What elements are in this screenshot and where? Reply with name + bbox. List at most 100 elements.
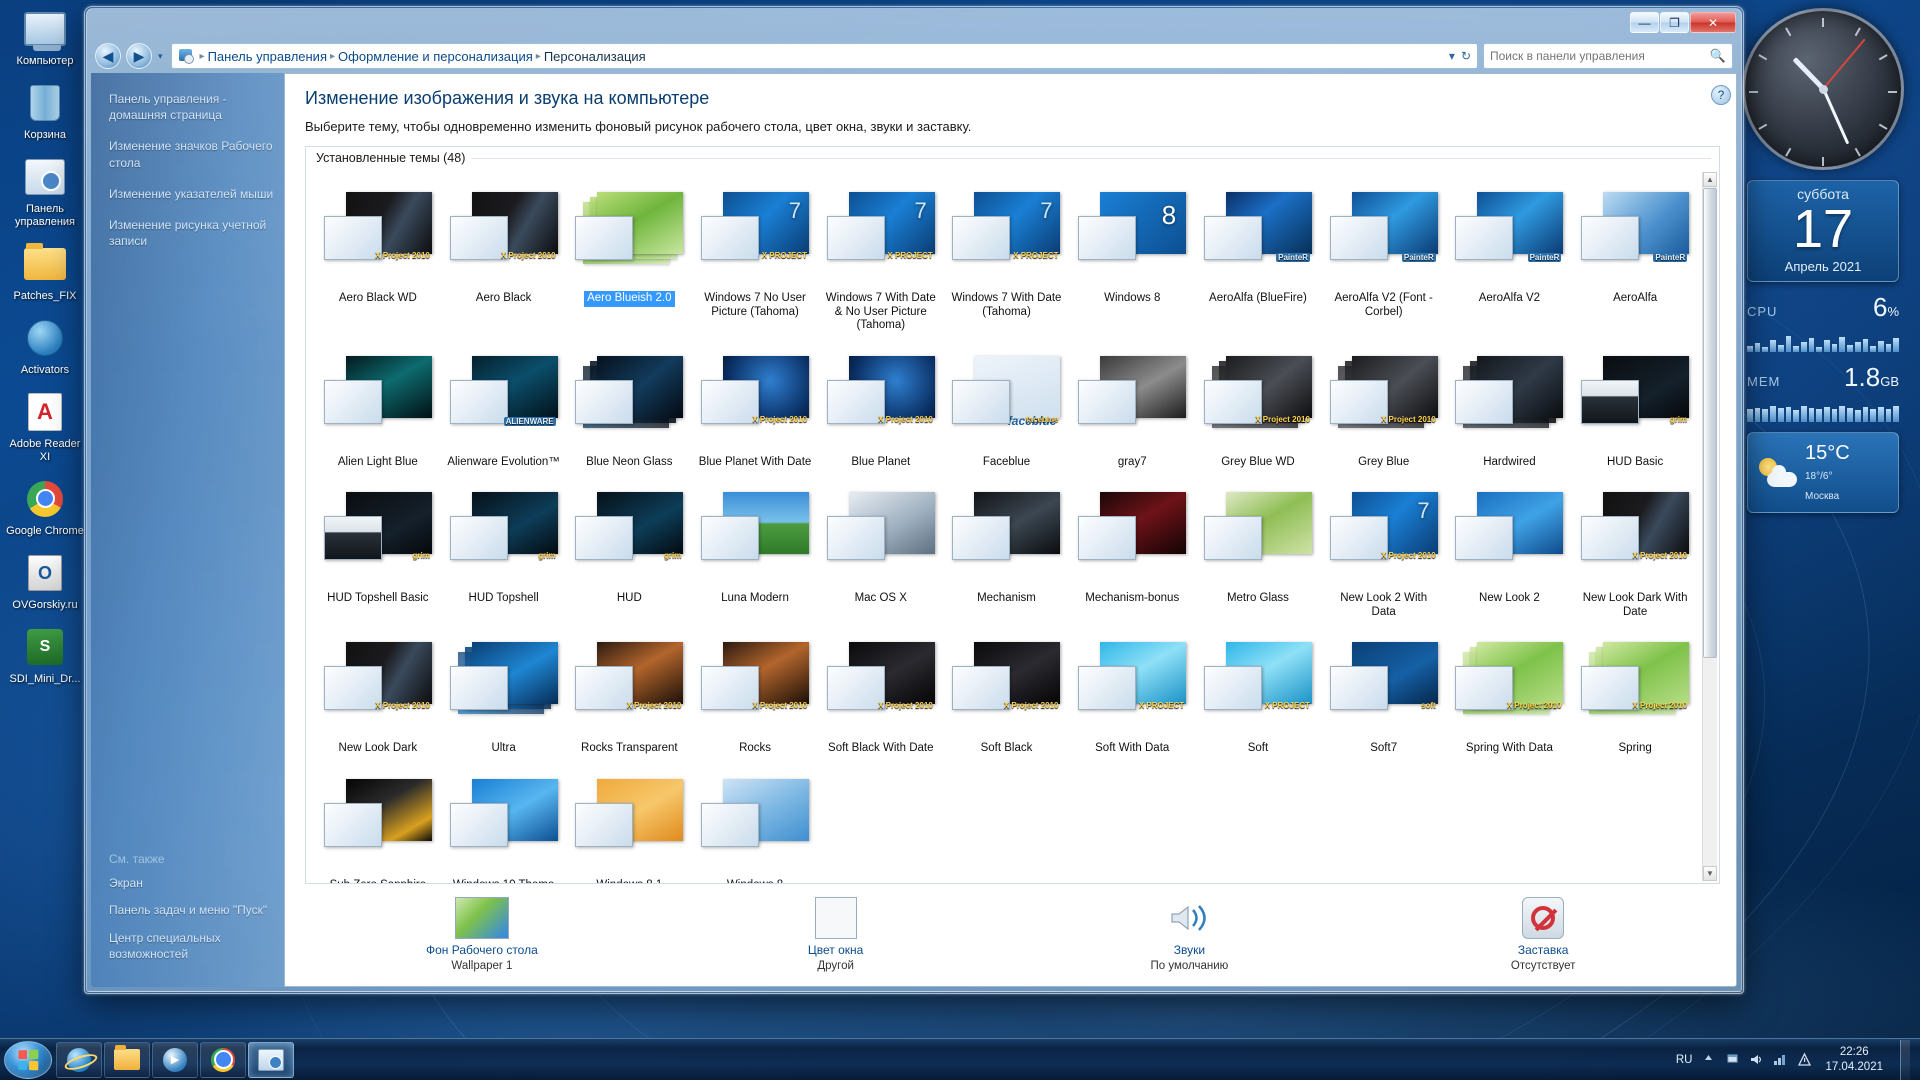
theme-item[interactable]: Luna Modern	[693, 476, 817, 622]
theme-item[interactable]: grim HUD Topshell Basic	[316, 476, 440, 622]
language-indicator[interactable]: RU	[1676, 1054, 1693, 1066]
theme-item[interactable]: grim HUD	[567, 476, 691, 622]
desktop-icon-ovgorskiy[interactable]: OVGorskiy.ru	[2, 550, 88, 612]
window-titlebar[interactable]: — ❐ ✕	[87, 9, 1741, 39]
scroll-up-arrow[interactable]: ▲	[1703, 172, 1717, 187]
minimize-button[interactable]: —	[1630, 12, 1659, 33]
taskbar-item-chrome[interactable]	[200, 1041, 246, 1078]
theme-item[interactable]: gray7	[1070, 340, 1194, 473]
theme-item[interactable]: 8 Windows 8	[1070, 176, 1194, 336]
theme-item[interactable]: PainteR AeroAlfa V2	[1448, 176, 1572, 336]
theme-item[interactable]: X Project 2010 Rocks	[693, 626, 817, 759]
screensaver-setting[interactable]: Заставка Отсутствует	[1366, 896, 1720, 972]
setting-label[interactable]: Заставка	[1518, 943, 1569, 957]
desktop-icon-patches-fix[interactable]: Patches_FIX	[2, 241, 88, 303]
see-also-item-ease-of-access[interactable]: Центр специальных возможностей	[109, 930, 274, 962]
theme-item[interactable]: 7X PROJECT Windows 7 No User Picture (Tah…	[693, 176, 817, 336]
breadcrumb-item-2[interactable]: Персонализация	[544, 49, 646, 64]
scrollbar-thumb[interactable]	[1703, 188, 1717, 658]
desktop-icon-sdi-mini[interactable]: S SDI_Mini_Dr...	[2, 624, 88, 686]
breadcrumb[interactable]: ▸ Панель управления ▸ Оформление и персо…	[170, 43, 1478, 69]
theme-item[interactable]: X Project 2010 Spring With Data	[1448, 626, 1572, 759]
network-icon[interactable]	[1773, 1052, 1788, 1067]
flag-icon[interactable]	[1725, 1052, 1740, 1067]
theme-item[interactable]: X Project 2010 Aero Black WD	[316, 176, 440, 336]
theme-item[interactable]: X PROJECT Soft With Data	[1070, 626, 1194, 759]
refresh-icon[interactable]: ↻	[1461, 49, 1471, 63]
recent-pages-icon[interactable]: ▾	[158, 51, 163, 62]
show-desktop-button[interactable]	[1900, 1039, 1910, 1080]
theme-item[interactable]: X Project 2010 Blue Planet With Date	[693, 340, 817, 473]
search-input[interactable]	[1490, 49, 1710, 63]
theme-item[interactable]: Metro Glass	[1196, 476, 1320, 622]
desktop-icon-control-panel[interactable]: Панель управления	[2, 154, 88, 229]
theme-item[interactable]: PainteR AeroAlfa	[1573, 176, 1697, 336]
theme-item[interactable]: X Project 2010 Spring	[1573, 626, 1697, 759]
see-also-item-display[interactable]: Экран	[109, 875, 274, 891]
theme-item[interactable]: grim HUD Basic	[1573, 340, 1697, 473]
close-button[interactable]: ✕	[1690, 12, 1736, 33]
theme-item[interactable]: Hardwired	[1448, 340, 1572, 473]
desktop-icon-recycle-bin[interactable]: Корзина	[2, 80, 88, 142]
theme-item[interactable]: Mechanism-bonus	[1070, 476, 1194, 622]
theme-item[interactable]: PainteR AeroAlfa (BlueFire)	[1196, 176, 1320, 336]
breadcrumb-item-1[interactable]: Оформление и персонализация	[338, 49, 533, 64]
theme-item[interactable]: X Project 2010 Grey Blue	[1322, 340, 1446, 473]
theme-item[interactable]: X Project 2010 New Look Dark	[316, 626, 440, 759]
theme-item[interactable]: Windows 8	[693, 763, 817, 883]
theme-item[interactable]: X Project 2010 Soft Black With Date	[819, 626, 943, 759]
window-color-setting[interactable]: Цвет окна Другой	[659, 896, 1013, 972]
theme-item[interactable]: grim HUD Topshell	[442, 476, 566, 622]
setting-label[interactable]: Фон Рабочего стола	[426, 943, 538, 957]
sidebar-item-change-account-picture[interactable]: Изменение рисунка учетной записи	[109, 217, 274, 249]
theme-item[interactable]: Mac OS X	[819, 476, 943, 622]
back-button[interactable]: ◀	[95, 43, 121, 69]
volume-icon[interactable]	[1749, 1052, 1764, 1067]
chevron-down-icon[interactable]: ▾	[1449, 49, 1455, 63]
theme-item[interactable]: Sub Zero Sapphire	[316, 763, 440, 883]
start-button[interactable]	[4, 1040, 52, 1079]
forward-button[interactable]: ▶	[126, 43, 152, 69]
clock[interactable]: 22:26 17.04.2021	[1821, 1045, 1887, 1073]
taskbar-item-explorer[interactable]	[104, 1041, 150, 1078]
setting-label[interactable]: Цвет окна	[808, 943, 863, 957]
theme-item[interactable]: PainteR AeroAlfa V2 (Font - Corbel)	[1322, 176, 1446, 336]
sidebar-item-change-desktop-icons[interactable]: Изменение значков Рабочего стола	[109, 138, 274, 170]
breadcrumb-item-0[interactable]: Панель управления	[208, 49, 327, 64]
show-hidden-icons-icon[interactable]	[1701, 1052, 1716, 1067]
theme-item[interactable]: X Project 2010 New Look Dark With Date	[1573, 476, 1697, 622]
theme-item[interactable]: soft Soft7	[1322, 626, 1446, 759]
theme-item[interactable]: Alien Light Blue	[316, 340, 440, 473]
sidebar-item-control-panel-home[interactable]: Панель управления - домашняя страница	[109, 91, 274, 123]
theme-item[interactable]: X PROJECT Soft	[1196, 626, 1320, 759]
theme-item[interactable]: X Project 2010 Soft Black	[945, 626, 1069, 759]
sounds-setting[interactable]: Звуки По умолчанию	[1013, 896, 1367, 972]
theme-item[interactable]: X Project 2010 Grey Blue WD	[1196, 340, 1320, 473]
clock-gadget[interactable]	[1738, 8, 1908, 170]
search-icon[interactable]: 🔍	[1710, 48, 1726, 64]
calendar-gadget[interactable]: суббота 17 Апрель 2021	[1738, 180, 1908, 282]
desktop-icon-google-chrome[interactable]: Google Chrome	[2, 476, 88, 538]
desktop-icon-adobe-reader[interactable]: A Adobe Reader XI	[2, 389, 88, 464]
help-icon[interactable]: ?	[1711, 85, 1731, 105]
theme-item[interactable]: X Project 2010 Aero Black	[442, 176, 566, 336]
resource-meter-gadget[interactable]: CPU 6% MEM 1.8GB	[1747, 292, 1900, 422]
theme-item[interactable]: X Project 2010 Rocks Transparent	[567, 626, 691, 759]
theme-item[interactable]: 7X PROJECT Windows 7 With Date (Tahoma)	[945, 176, 1069, 336]
action-center-icon[interactable]	[1797, 1052, 1812, 1067]
theme-item[interactable]: faceblue faceblue Faceblue	[945, 340, 1069, 473]
desktop-background-setting[interactable]: Фон Рабочего стола Wallpaper 1	[305, 896, 659, 972]
theme-item[interactable]: X Project 2010 Blue Planet	[819, 340, 943, 473]
see-also-item-taskbar-start[interactable]: Панель задач и меню "Пуск"	[109, 902, 274, 918]
maximize-button[interactable]: ❐	[1660, 12, 1689, 33]
theme-item[interactable]: Blue Neon Glass	[567, 340, 691, 473]
theme-item[interactable]: Windows 8.1	[567, 763, 691, 883]
theme-item[interactable]: New Look 2	[1448, 476, 1572, 622]
taskbar-item-internet-explorer[interactable]	[56, 1041, 102, 1078]
themes-scrollbar[interactable]: ▲ ▼	[1702, 172, 1717, 881]
theme-item[interactable]: ALIENWARE Alienware Evolution™	[442, 340, 566, 473]
theme-item[interactable]: Ultra	[442, 626, 566, 759]
desktop-icon-activators[interactable]: Activators	[2, 315, 88, 377]
taskbar-item-control-panel[interactable]	[248, 1041, 294, 1078]
desktop-icon-computer[interactable]: Компьютер	[2, 6, 88, 68]
